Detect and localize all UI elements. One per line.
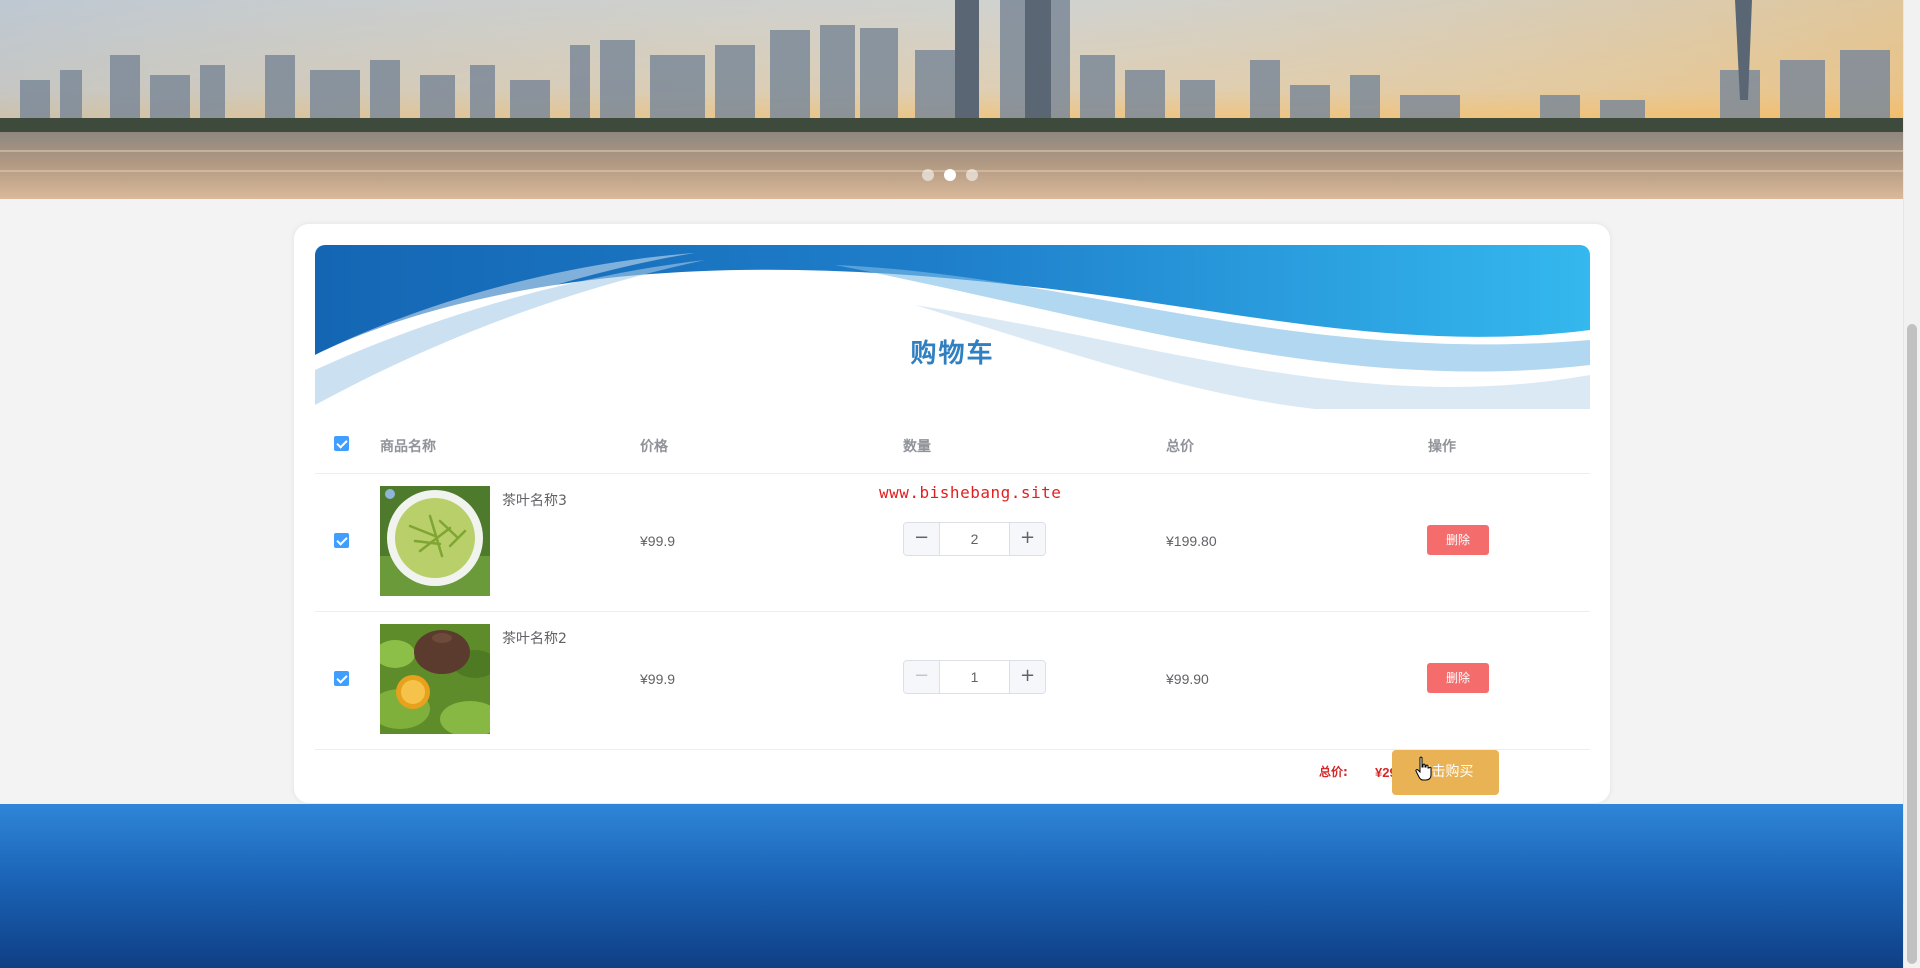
carousel-indicators (922, 169, 978, 181)
cart-footer: 总价: ¥299.70 点击购买 (315, 750, 1590, 800)
increase-button[interactable]: + (1009, 661, 1045, 693)
scrollbar-thumb[interactable] (1907, 324, 1917, 964)
row-checkbox[interactable] (334, 671, 349, 686)
site-footer (0, 804, 1903, 968)
page-scrollbar[interactable] (1903, 0, 1920, 968)
product-image[interactable] (380, 486, 490, 596)
table-header: 商品名称 价格 数量 总价 操作 (315, 414, 1590, 474)
quantity-input[interactable] (940, 661, 1009, 693)
total-label: 总价: (1319, 765, 1348, 779)
delete-button[interactable]: 删除 (1427, 663, 1489, 693)
row-checkbox[interactable] (334, 533, 349, 548)
column-action: 操作 (1428, 438, 1456, 454)
column-quantity: 数量 (903, 438, 931, 454)
increase-button[interactable]: + (1009, 523, 1045, 555)
cart-card: 购物车 商品名称 价格 数量 总价 操作 茶叶名称3 ¥99.9 − 2 + ¥… (293, 223, 1611, 804)
row-subtotal: ¥99.90 (1166, 671, 1209, 687)
carousel-dot-1[interactable] (922, 169, 934, 181)
quantity-stepper: − + (903, 522, 1046, 556)
quantity-input[interactable] (940, 523, 1009, 555)
column-subtotal: 总价 (1166, 438, 1194, 454)
unit-price: ¥99.9 (640, 533, 676, 549)
unit-price: ¥99.9 (640, 671, 676, 687)
hero-banner (0, 0, 1903, 199)
carousel-dot-2[interactable] (944, 169, 956, 181)
column-name: 商品名称 (380, 438, 436, 454)
wave-header-background (315, 245, 1590, 409)
carousel-dot-3[interactable] (966, 169, 978, 181)
delete-button[interactable]: 删除 (1427, 525, 1489, 555)
select-all-checkbox[interactable] (334, 436, 349, 451)
green-tea-image (380, 486, 490, 596)
decrease-button[interactable]: − (904, 523, 940, 555)
product-image[interactable] (380, 624, 490, 734)
cart-header: 购物车 (315, 245, 1590, 409)
decrease-button[interactable]: − (904, 661, 940, 693)
row-subtotal: ¥199.80 (1166, 533, 1217, 549)
quantity-stepper: − + (903, 660, 1046, 694)
product-name[interactable]: 茶叶名称3 (502, 490, 567, 510)
teapot-and-tea-leaves-image (380, 624, 490, 734)
watermark-text: www.bishebang.site (879, 483, 1062, 502)
table-row: 茶叶名称2 ¥99.9 − + ¥99.90 删除 (315, 612, 1590, 750)
buy-button[interactable]: 点击购买 (1392, 750, 1499, 795)
product-name[interactable]: 茶叶名称2 (502, 628, 567, 648)
column-price: 价格 (640, 438, 668, 454)
cart-title: 购物车 (910, 339, 995, 369)
